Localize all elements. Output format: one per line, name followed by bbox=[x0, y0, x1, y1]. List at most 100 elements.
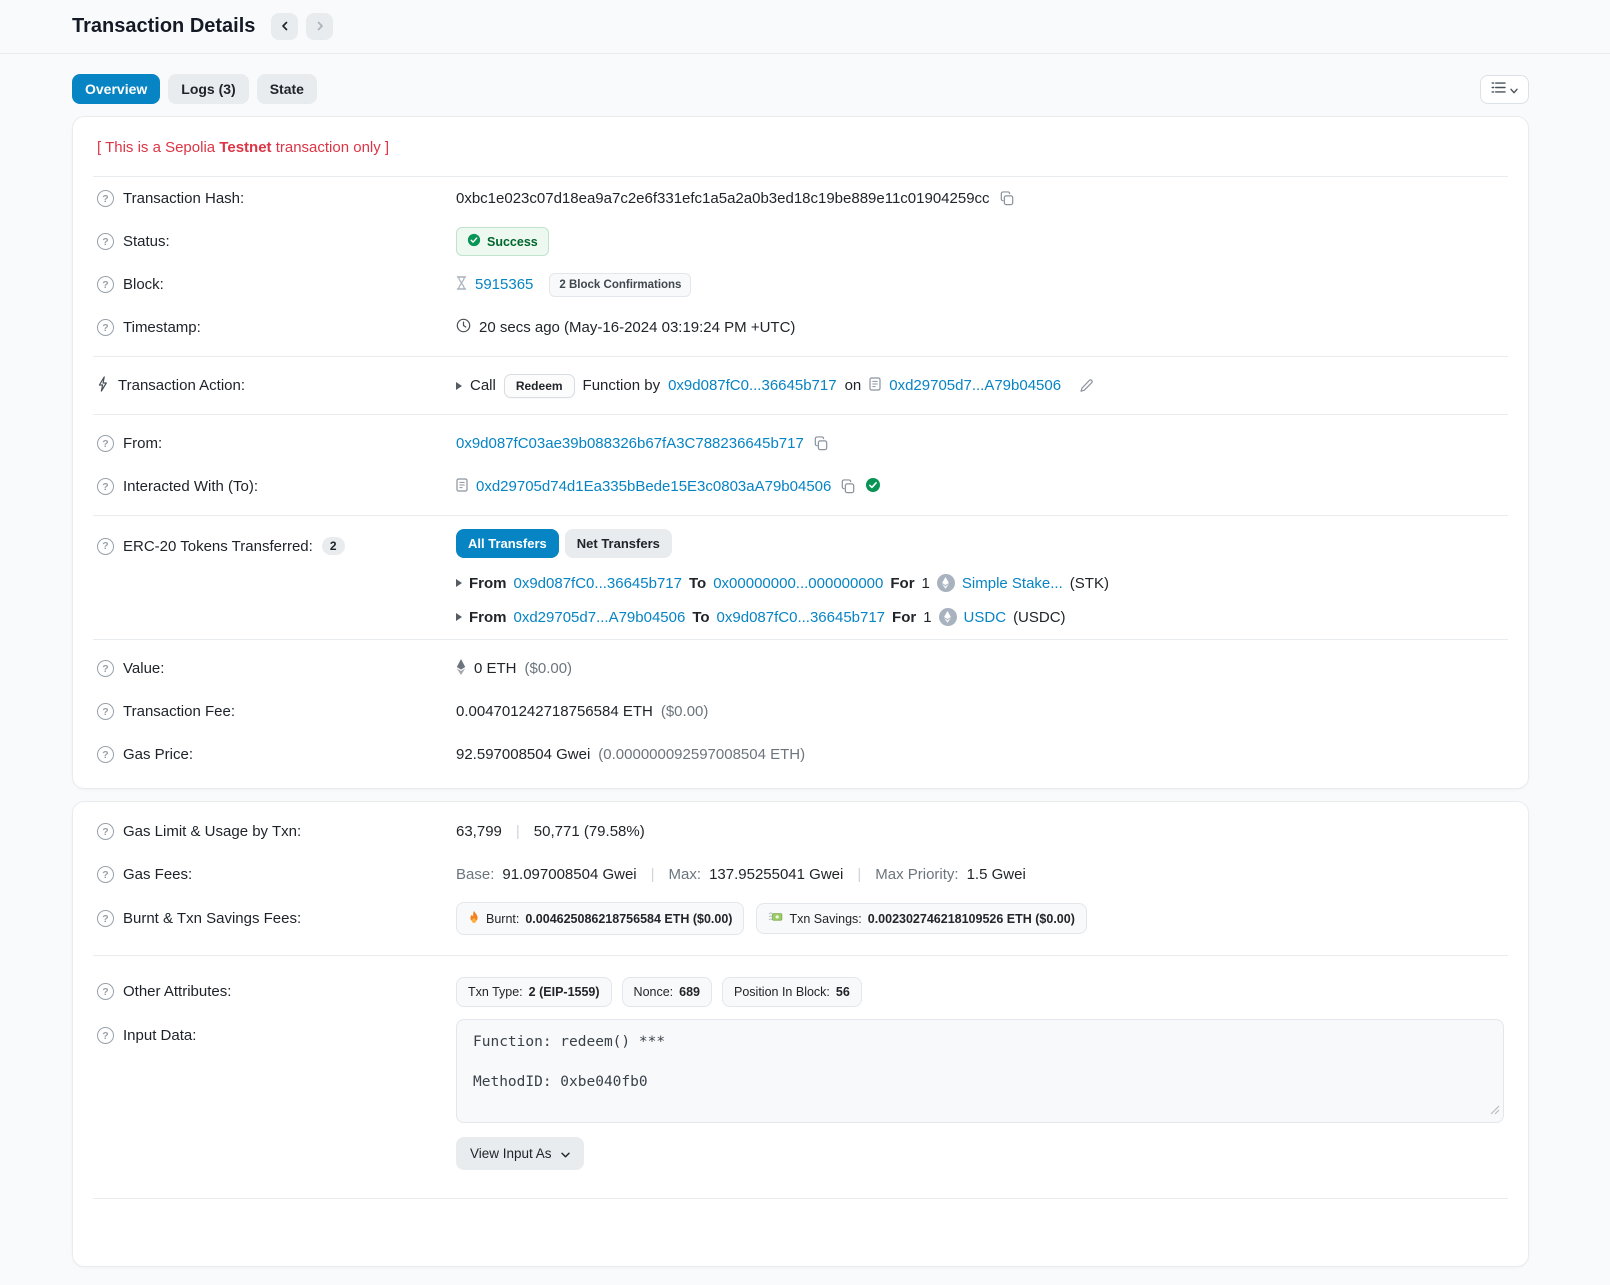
value-usd: ($0.00) bbox=[525, 660, 573, 677]
base-fee-label: Base: bbox=[456, 866, 494, 883]
net-transfers-button[interactable]: Net Transfers bbox=[565, 529, 672, 558]
transfer-from-word: From bbox=[469, 575, 507, 592]
gas-price-label: Gas Price: bbox=[123, 746, 193, 763]
transfer-from-link[interactable]: 0xd29705d7...A79b04506 bbox=[514, 609, 686, 626]
transfer-for-word: For bbox=[892, 609, 916, 626]
transfer-to-link[interactable]: 0x9d087fC0...36645b717 bbox=[717, 609, 885, 626]
burnt-value: 0.004625086218756584 ETH ($0.00) bbox=[525, 912, 732, 926]
tab-logs[interactable]: Logs (3) bbox=[168, 74, 248, 104]
block-confirmations-badge: 2 Block Confirmations bbox=[549, 273, 691, 297]
position-in-block-badge: Position In Block: 56 bbox=[722, 977, 862, 1007]
nav-forward-button[interactable] bbox=[306, 13, 333, 40]
row-transaction-action: Transaction Action: Call Redeem Function… bbox=[93, 364, 1508, 407]
nonce-label: Nonce: bbox=[634, 985, 674, 999]
transfer-to-word: To bbox=[689, 575, 706, 592]
from-label-group: ? From: bbox=[97, 435, 456, 452]
question-icon[interactable]: ? bbox=[97, 823, 114, 840]
question-icon[interactable]: ? bbox=[97, 233, 114, 250]
row-interacted-with: ? Interacted With (To): 0xd29705d74d1Ea3… bbox=[93, 465, 1508, 508]
divider bbox=[93, 515, 1508, 516]
txn-type-badge: Txn Type: 2 (EIP-1559) bbox=[456, 977, 612, 1007]
question-icon[interactable]: ? bbox=[97, 478, 114, 495]
all-transfers-button[interactable]: All Transfers bbox=[456, 529, 559, 558]
input-data-box[interactable]: Function: redeem() *** MethodID: 0xbe040… bbox=[456, 1019, 1504, 1123]
txn-savings-value: 0.002302746218109526 ETH ($0.00) bbox=[868, 912, 1075, 926]
question-icon[interactable]: ? bbox=[97, 703, 114, 720]
to-address-link[interactable]: 0xd29705d74d1Ea335bBede15E3c0803aA79b045… bbox=[476, 478, 831, 495]
row-status: ? Status: Success bbox=[93, 220, 1508, 263]
status-label: Status: bbox=[123, 233, 170, 250]
view-input-as-label: View Input As bbox=[470, 1146, 552, 1161]
question-icon[interactable]: ? bbox=[97, 538, 114, 555]
question-icon[interactable]: ? bbox=[97, 983, 114, 1000]
caret-right-icon[interactable] bbox=[456, 382, 462, 390]
tab-state[interactable]: State bbox=[257, 74, 317, 104]
gas-usage-value: 50,771 (79.58%) bbox=[534, 823, 645, 840]
transfer-to-link[interactable]: 0x00000000...000000000 bbox=[713, 575, 883, 592]
action-contract-link[interactable]: 0xd29705d7...A79b04506 bbox=[889, 377, 1061, 394]
question-icon[interactable]: ? bbox=[97, 866, 114, 883]
copy-icon[interactable] bbox=[998, 189, 1016, 208]
nonce-value: 689 bbox=[679, 985, 700, 999]
nav-back-button[interactable] bbox=[271, 13, 298, 40]
list-settings-icon bbox=[1491, 81, 1506, 97]
row-from: ? From: 0x9d087fC03ae39b088326b67fA3C788… bbox=[93, 422, 1508, 465]
divider bbox=[93, 1198, 1508, 1199]
fee-amount: 0.004701242718756584 ETH bbox=[456, 703, 653, 720]
question-icon[interactable]: ? bbox=[97, 746, 114, 763]
question-icon[interactable]: ? bbox=[97, 435, 114, 452]
row-block: ? Block: 5915365 2 Block Confirmations bbox=[93, 263, 1508, 306]
erc20-count-badge: 2 bbox=[322, 537, 345, 555]
row-other-attributes: ? Other Attributes: Txn Type: 2 (EIP-155… bbox=[93, 970, 1508, 1013]
question-icon[interactable]: ? bbox=[97, 660, 114, 677]
gas-limit-label-group: ? Gas Limit & Usage by Txn: bbox=[97, 823, 456, 840]
contract-file-icon bbox=[456, 478, 468, 496]
caret-right-icon[interactable] bbox=[456, 579, 462, 587]
gas-fees-label-group: ? Gas Fees: bbox=[97, 866, 456, 883]
row-transaction-hash: ? Transaction Hash: 0xbc1e023c07d18ea9a7… bbox=[93, 177, 1508, 220]
caret-right-icon[interactable] bbox=[456, 613, 462, 621]
gas-price-label-group: ? Gas Price: bbox=[97, 746, 456, 763]
clock-icon bbox=[456, 318, 471, 337]
question-icon[interactable]: ? bbox=[97, 910, 114, 927]
txn-savings-label: Txn Savings: bbox=[789, 912, 861, 926]
action-call-label: Call bbox=[470, 377, 496, 394]
resize-handle-icon[interactable] bbox=[1490, 1103, 1500, 1119]
tab-overview[interactable]: Overview bbox=[72, 74, 160, 104]
copy-icon[interactable] bbox=[839, 477, 857, 496]
gas-price-eth: (0.000000092597008504 ETH) bbox=[598, 746, 805, 763]
view-input-as-button[interactable]: View Input As bbox=[456, 1137, 584, 1170]
gas-price-value: 92.597008504 Gwei bbox=[456, 746, 590, 763]
hourglass-icon bbox=[456, 276, 467, 294]
edit-icon[interactable] bbox=[1077, 376, 1096, 395]
transaction-hash-label-group: ? Transaction Hash: bbox=[97, 190, 456, 207]
divider bbox=[93, 955, 1508, 956]
timestamp-value: 20 secs ago (May-16-2024 03:19:24 PM +UT… bbox=[479, 319, 795, 336]
txn-savings-badge: Txn Savings: 0.002302746218109526 ETH ($… bbox=[756, 903, 1086, 934]
block-link[interactable]: 5915365 bbox=[475, 276, 533, 293]
question-icon[interactable]: ? bbox=[97, 190, 114, 207]
token-link[interactable]: Simple Stake... bbox=[962, 575, 1063, 592]
tabs-row: Overview Logs (3) State bbox=[0, 54, 1610, 104]
question-icon[interactable]: ? bbox=[97, 319, 114, 336]
token-link[interactable]: USDC bbox=[964, 609, 1007, 626]
view-options-button[interactable] bbox=[1480, 75, 1529, 104]
success-check-icon bbox=[467, 233, 481, 250]
from-address-link[interactable]: 0x9d087fC03ae39b088326b67fA3C788236645b7… bbox=[456, 435, 804, 452]
details-card: ? Gas Limit & Usage by Txn: 63,799 | 50,… bbox=[72, 801, 1529, 1267]
notice-text: [ This is a Sepolia bbox=[97, 139, 219, 156]
question-icon[interactable]: ? bbox=[97, 1027, 114, 1044]
flame-icon bbox=[468, 910, 480, 927]
gas-limit-value: 63,799 bbox=[456, 823, 502, 840]
question-icon[interactable]: ? bbox=[97, 276, 114, 293]
base-fee-value: 91.097008504 Gwei bbox=[502, 866, 636, 883]
token-icon bbox=[939, 608, 957, 626]
row-gas-limit: ? Gas Limit & Usage by Txn: 63,799 | 50,… bbox=[93, 810, 1508, 853]
transaction-hash-value: 0xbc1e023c07d18ea9a7c2e6f331efc1a5a2a0b3… bbox=[456, 190, 990, 207]
transfer-from-link[interactable]: 0x9d087fC0...36645b717 bbox=[514, 575, 682, 592]
action-from-link[interactable]: 0x9d087fC0...36645b717 bbox=[668, 377, 836, 394]
separator: | bbox=[510, 823, 526, 840]
copy-icon[interactable] bbox=[812, 434, 830, 453]
chevron-right-icon bbox=[315, 19, 325, 34]
max-priority-value: 1.5 Gwei bbox=[967, 866, 1026, 883]
